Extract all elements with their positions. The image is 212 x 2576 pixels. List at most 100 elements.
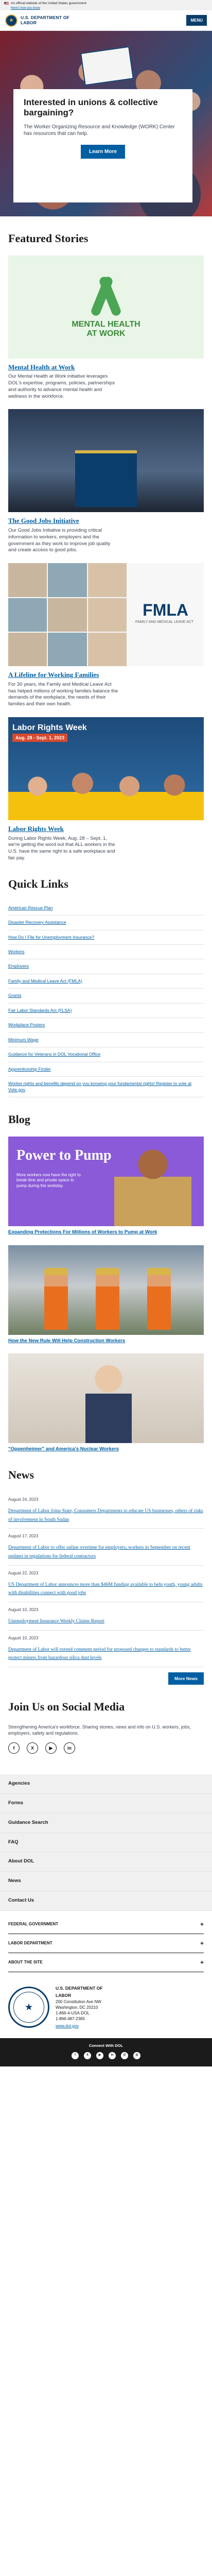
footer-nav-item-news[interactable]: News: [0, 1872, 212, 1892]
quick-link[interactable]: Family and Medical Leave Act (FMLA): [8, 974, 204, 989]
story-title[interactable]: Labor Rights Week: [8, 824, 204, 834]
story-link[interactable]: Mental Health at Work: [8, 363, 75, 371]
footer-seal-inner: ★: [13, 1992, 44, 2023]
email-icon[interactable]: @: [121, 2052, 128, 2059]
quick-link[interactable]: Worker rights and benefits depend on you…: [8, 1077, 204, 1098]
quick-link[interactable]: Workplace Posters: [8, 1018, 204, 1033]
site-header: ★ U.S. DEPARTMENT OF LABOR MENU: [0, 10, 212, 31]
footer-org-line2: LABOR: [56, 1992, 72, 1998]
story-link[interactable]: Labor Rights Week: [8, 825, 64, 833]
story-link[interactable]: A Lifeline for Working Families: [8, 671, 99, 679]
news-link[interactable]: Department of Labor will extend comment …: [8, 1647, 191, 1661]
footer-nav-item-guidance-search[interactable]: Guidance Search: [0, 1814, 212, 1833]
quick-link[interactable]: Disaster Recovery Assistance: [8, 916, 204, 930]
youtube-icon[interactable]: ▶: [96, 2052, 103, 2059]
news-item: August 22, 2023 US Department of Labor a…: [8, 1566, 204, 1603]
blog-post-title[interactable]: "Oppenheimer" and America's Nuclear Work…: [8, 1446, 204, 1453]
quick-link[interactable]: Workers: [8, 945, 204, 960]
dol-seal-icon: ★: [5, 14, 17, 27]
linkedin-icon[interactable]: in: [64, 1742, 75, 1754]
brand-text: U.S. DEPARTMENT OF LABOR: [21, 15, 69, 26]
nuclear-workers-thumbnail[interactable]: [8, 1353, 204, 1444]
site-logo[interactable]: ★ U.S. DEPARTMENT OF LABOR: [5, 14, 69, 27]
news-date: August 24, 2023: [8, 1497, 39, 1502]
p2p-thumb-text: More workers now have the right to break…: [16, 1172, 81, 1188]
blog-post-title[interactable]: Expanding Protections For Millions of Wo…: [8, 1229, 204, 1236]
mental-health-thumb-line1: MENTAL HEALTH: [72, 320, 140, 329]
quick-link[interactable]: Guidance for Veterans in DOL Vocational …: [8, 1047, 204, 1062]
quick-link[interactable]: Grants: [8, 989, 204, 1004]
mental-health-thumbnail[interactable]: MENTAL HEALTH AT WORK: [8, 255, 204, 359]
news-item: August 10, 2023 Department of Labor will…: [8, 1631, 204, 1668]
lrw-date-badge: Aug. 28 - Sept. 1, 2023: [12, 734, 68, 742]
connect-icons: f X ▶ in @ ◎: [8, 2052, 204, 2059]
learn-more-button[interactable]: Learn More: [81, 144, 125, 159]
p2p-thumb-title: Power to Pump: [16, 1147, 112, 1163]
quick-link[interactable]: American Rescue Plan: [8, 901, 204, 916]
hero-title: Interested in unions & collective bargai…: [24, 97, 158, 118]
lrw-banner-text: Labor Rights Week: [12, 723, 87, 733]
news-link[interactable]: Unemployment Insurance Weekly Claims Rep…: [8, 1619, 104, 1624]
quick-link[interactable]: Minimum Wage: [8, 1033, 204, 1048]
story-card: FMLA FAMILY AND MEDICAL LEAVE ACT A Life…: [8, 563, 204, 708]
footer-nav-item-contact-us[interactable]: Contact Us: [0, 1891, 212, 1911]
footer-section-federal-government[interactable]: FEDERAL GOVERNMENT +: [8, 1915, 204, 1935]
footer-nav-item-agencies[interactable]: Agencies: [0, 1774, 212, 1794]
footer-phone2: 1-866-487-2365: [56, 2016, 85, 2021]
linkedin-icon[interactable]: in: [109, 2052, 116, 2059]
blog-section: Blog Power to Pump More workers now have…: [0, 1112, 212, 1453]
more-news-button[interactable]: More News: [168, 1672, 204, 1685]
news-link[interactable]: US Department of Labor announces more th…: [8, 1582, 203, 1596]
story-card: MENTAL HEALTH AT WORK Mental Health at W…: [8, 255, 204, 400]
footer-address-line1: 200 Constitution Ave NW: [56, 1999, 101, 2005]
hero-card: Interested in unions & collective bargai…: [13, 89, 192, 202]
gov-banner-text: An official website of the United States…: [11, 2, 86, 5]
story-body: Our Good Jobs Initiative is providing cr…: [8, 528, 111, 553]
footer-section-label: FEDERAL GOVERNMENT: [8, 1921, 59, 1926]
youtube-icon[interactable]: ▶: [45, 1742, 57, 1754]
labor-rights-week-thumbnail[interactable]: Labor Rights Week Aug. 28 - Sept. 1, 202…: [8, 717, 204, 821]
facebook-icon[interactable]: f: [8, 1742, 20, 1754]
menu-button[interactable]: MENU: [186, 15, 207, 26]
construction-thumbnail[interactable]: [8, 1245, 204, 1335]
instagram-icon[interactable]: ◎: [133, 2052, 140, 2059]
footer-nav-item-about-dol[interactable]: About DOL: [0, 1852, 212, 1872]
blog-card: How the New Rule Will Help Construction …: [8, 1245, 204, 1345]
how-you-know-link[interactable]: Here's how you know: [11, 6, 86, 10]
blog-title: Blog: [8, 1113, 30, 1126]
quick-link[interactable]: Apprenticeship Finder: [8, 1062, 204, 1077]
story-title[interactable]: A Lifeline for Working Families: [8, 670, 204, 680]
footer-section-labor-department[interactable]: LABOR DEPARTMENT +: [8, 1934, 204, 1954]
story-title[interactable]: Mental Health at Work: [8, 363, 204, 372]
news-link[interactable]: Department of Labor Joins State, Consume…: [8, 1509, 203, 1522]
quick-link[interactable]: Employers: [8, 959, 204, 974]
quick-link[interactable]: How Do I File for Unemployment Insurance…: [8, 930, 204, 945]
footer-section-label: LABOR DEPARTMENT: [8, 1940, 52, 1945]
footer-contact-link[interactable]: www.dol.gov: [56, 2024, 102, 2029]
fmla-logo-subtitle: FAMILY AND MEDICAL LEAVE ACT: [135, 620, 193, 624]
social-icons: f X ▶ in: [8, 1742, 204, 1754]
quick-link[interactable]: Fair Labor Standards Act (FLSA): [8, 1004, 204, 1019]
footer-section-about-the-site[interactable]: ABOUT THE SITE +: [8, 1953, 204, 1973]
social-intro: Strengthening America's workforce. Shari…: [8, 1724, 191, 1736]
news-link[interactable]: Department of Labor to offer online over…: [8, 1545, 190, 1559]
power-to-pump-thumbnail[interactable]: Power to Pump More workers now have the …: [8, 1136, 204, 1226]
hero-body: The Worker Organizing Resource and Knowl…: [24, 124, 175, 137]
story-title[interactable]: The Good Jobs Initiative: [8, 516, 204, 526]
x-twitter-icon[interactable]: X: [84, 2052, 91, 2059]
featured-stories-title: Featured Stories: [8, 232, 89, 245]
blog-post-title[interactable]: How the New Rule Will Help Construction …: [8, 1338, 204, 1345]
facebook-icon[interactable]: f: [72, 2052, 79, 2059]
footer-seal-icon: ★: [8, 1987, 49, 2028]
worker-figure: [44, 1267, 68, 1330]
connect-bar: Connect With DOL f X ▶ in @ ◎: [0, 2038, 212, 2066]
story-link[interactable]: The Good Jobs Initiative: [8, 517, 79, 524]
footer-nav-item-faq[interactable]: FAQ: [0, 1833, 212, 1853]
x-twitter-icon[interactable]: X: [27, 1742, 38, 1754]
news-item: August 17, 2023 Department of Labor to o…: [8, 1529, 204, 1566]
footer-nav-item-forms[interactable]: Forms: [0, 1794, 212, 1814]
fmla-thumbnail[interactable]: FMLA FAMILY AND MEDICAL LEAVE ACT: [8, 563, 204, 667]
story-body: For 30 years, the Family and Medical Lea…: [8, 681, 118, 707]
good-jobs-thumbnail[interactable]: [8, 409, 204, 513]
worker-portrait: [85, 1361, 132, 1444]
